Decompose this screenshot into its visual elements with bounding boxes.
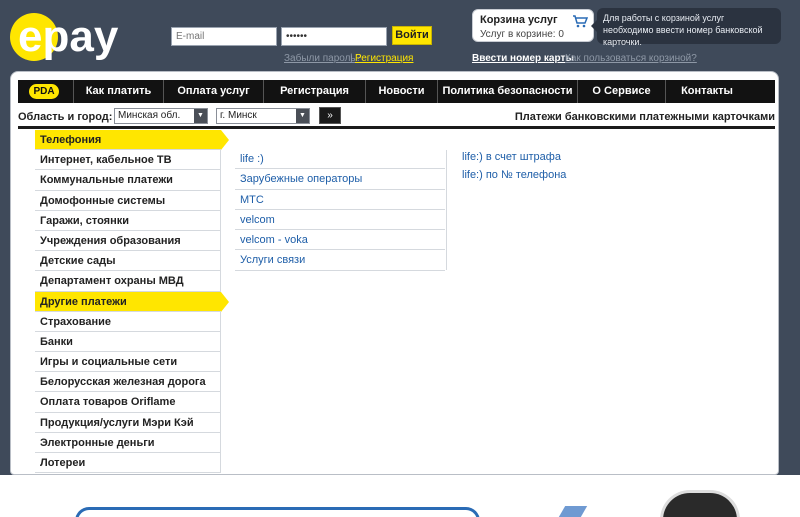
subcategory-item[interactable]: МТС: [235, 190, 445, 210]
region-label: Область и город:: [18, 111, 113, 123]
nav-item-how-to-pay[interactable]: Как платить: [73, 80, 163, 103]
subcategory-item[interactable]: velcom - voka: [235, 230, 445, 251]
region-selector: Область и город: Минская обл. ▼ г. Минск…: [18, 107, 775, 127]
category-item[interactable]: Домофонные системы: [35, 190, 221, 211]
chevron-down-icon: ▼: [194, 109, 207, 123]
nav-item-registration[interactable]: Регистрация: [263, 80, 365, 103]
cart-hint: Для работы с корзиной услуг необходимо в…: [591, 8, 781, 47]
page-footer: [0, 475, 800, 517]
subcategory-divider: [446, 150, 447, 270]
category-item[interactable]: Детские сады: [35, 251, 221, 272]
register-link[interactable]: Регистрация: [355, 53, 413, 64]
nav-item-security-policy[interactable]: Политика безопасности: [437, 80, 577, 103]
nav-item-about[interactable]: О Сервисе: [577, 80, 665, 103]
region-select[interactable]: Минская обл. ▼: [114, 108, 208, 124]
category-item[interactable]: Другие платежи: [35, 291, 229, 312]
link-separator: |: [350, 53, 353, 64]
region-select-value: Минская обл.: [118, 110, 181, 121]
category-item[interactable]: Продукция/услуги Мэри Кэй: [35, 412, 221, 433]
nav-item-pay-services[interactable]: Оплата услуг: [163, 80, 263, 103]
category-item[interactable]: Страхование: [35, 311, 221, 332]
service-item[interactable]: life:) по № телефона: [462, 167, 712, 185]
category-item[interactable]: Гаражи, стоянки: [35, 210, 221, 231]
enter-card-link[interactable]: Ввести номер карты: [472, 53, 574, 64]
logo-text: epay: [18, 12, 119, 61]
category-item[interactable]: Банки: [35, 331, 221, 353]
how-cart-link[interactable]: Как пользоваться корзиной?: [565, 53, 697, 64]
subcategory-item[interactable]: velcom: [235, 210, 445, 231]
category-item[interactable]: Департамент охраны МВД: [35, 271, 221, 292]
content-top-divider: [18, 126, 775, 129]
login-button[interactable]: Войти: [392, 26, 432, 45]
epay-logo[interactable]: epay: [8, 6, 158, 64]
subcategory-list: life :) Зарубежные операторы МТС velcom …: [235, 149, 445, 271]
cart-count: Услуг в корзине: 0: [480, 29, 564, 40]
category-item[interactable]: Учреждения образования: [35, 230, 221, 252]
category-item[interactable]: Игры и социальные сети: [35, 352, 221, 373]
category-item[interactable]: Коммунальные платежи: [35, 170, 221, 191]
card-payments-title: Платежи банковскими платежными карточкам…: [514, 111, 775, 123]
site-header: epay Войти Забыли пароль? | Регистрация …: [0, 0, 800, 70]
category-item[interactable]: Оплата товаров Oriflame: [35, 392, 221, 413]
region-go-button[interactable]: »: [319, 107, 341, 124]
category-item[interactable]: Интернет, кабельное ТВ: [35, 150, 221, 171]
subcategory-item[interactable]: Зарубежные операторы: [235, 169, 445, 190]
email-field[interactable]: [171, 27, 277, 46]
main-navbar: PDA Как платить Оплата услуг Регистрация…: [18, 80, 775, 103]
nav-item-contacts[interactable]: Контакты: [665, 80, 748, 103]
subcategory-item[interactable]: Услуги связи: [235, 250, 445, 271]
service-item[interactable]: life:) в счет штрафа: [462, 149, 712, 167]
footer-device-graphic: [660, 490, 740, 517]
category-item[interactable]: Электронные деньги: [35, 432, 221, 453]
category-item[interactable]: Лотереи: [35, 453, 221, 474]
cart-icon[interactable]: [572, 14, 588, 28]
footer-banner: [75, 507, 480, 517]
city-select[interactable]: г. Минск ▼: [216, 108, 310, 124]
password-field[interactable]: [281, 27, 387, 46]
category-item[interactable]: Белорусская железная дорога: [35, 372, 221, 393]
chevron-down-icon: ▼: [296, 109, 309, 123]
city-select-value: г. Минск: [220, 110, 257, 121]
cart-box[interactable]: Корзина услуг Услуг в корзине: 0: [472, 9, 594, 42]
category-list: Телефония Интернет, кабельное ТВ Коммуна…: [35, 130, 229, 474]
category-item[interactable]: Телефония: [35, 130, 229, 151]
footer-card-graphic: [558, 506, 588, 517]
nav-pda-button[interactable]: PDA: [29, 84, 59, 99]
cart-title: Корзина услуг: [480, 14, 558, 26]
subcategory-item[interactable]: life :): [235, 149, 445, 170]
service-list: life:) в счет штрафа life:) по № телефон…: [462, 149, 712, 185]
nav-item-news[interactable]: Новости: [365, 80, 437, 103]
